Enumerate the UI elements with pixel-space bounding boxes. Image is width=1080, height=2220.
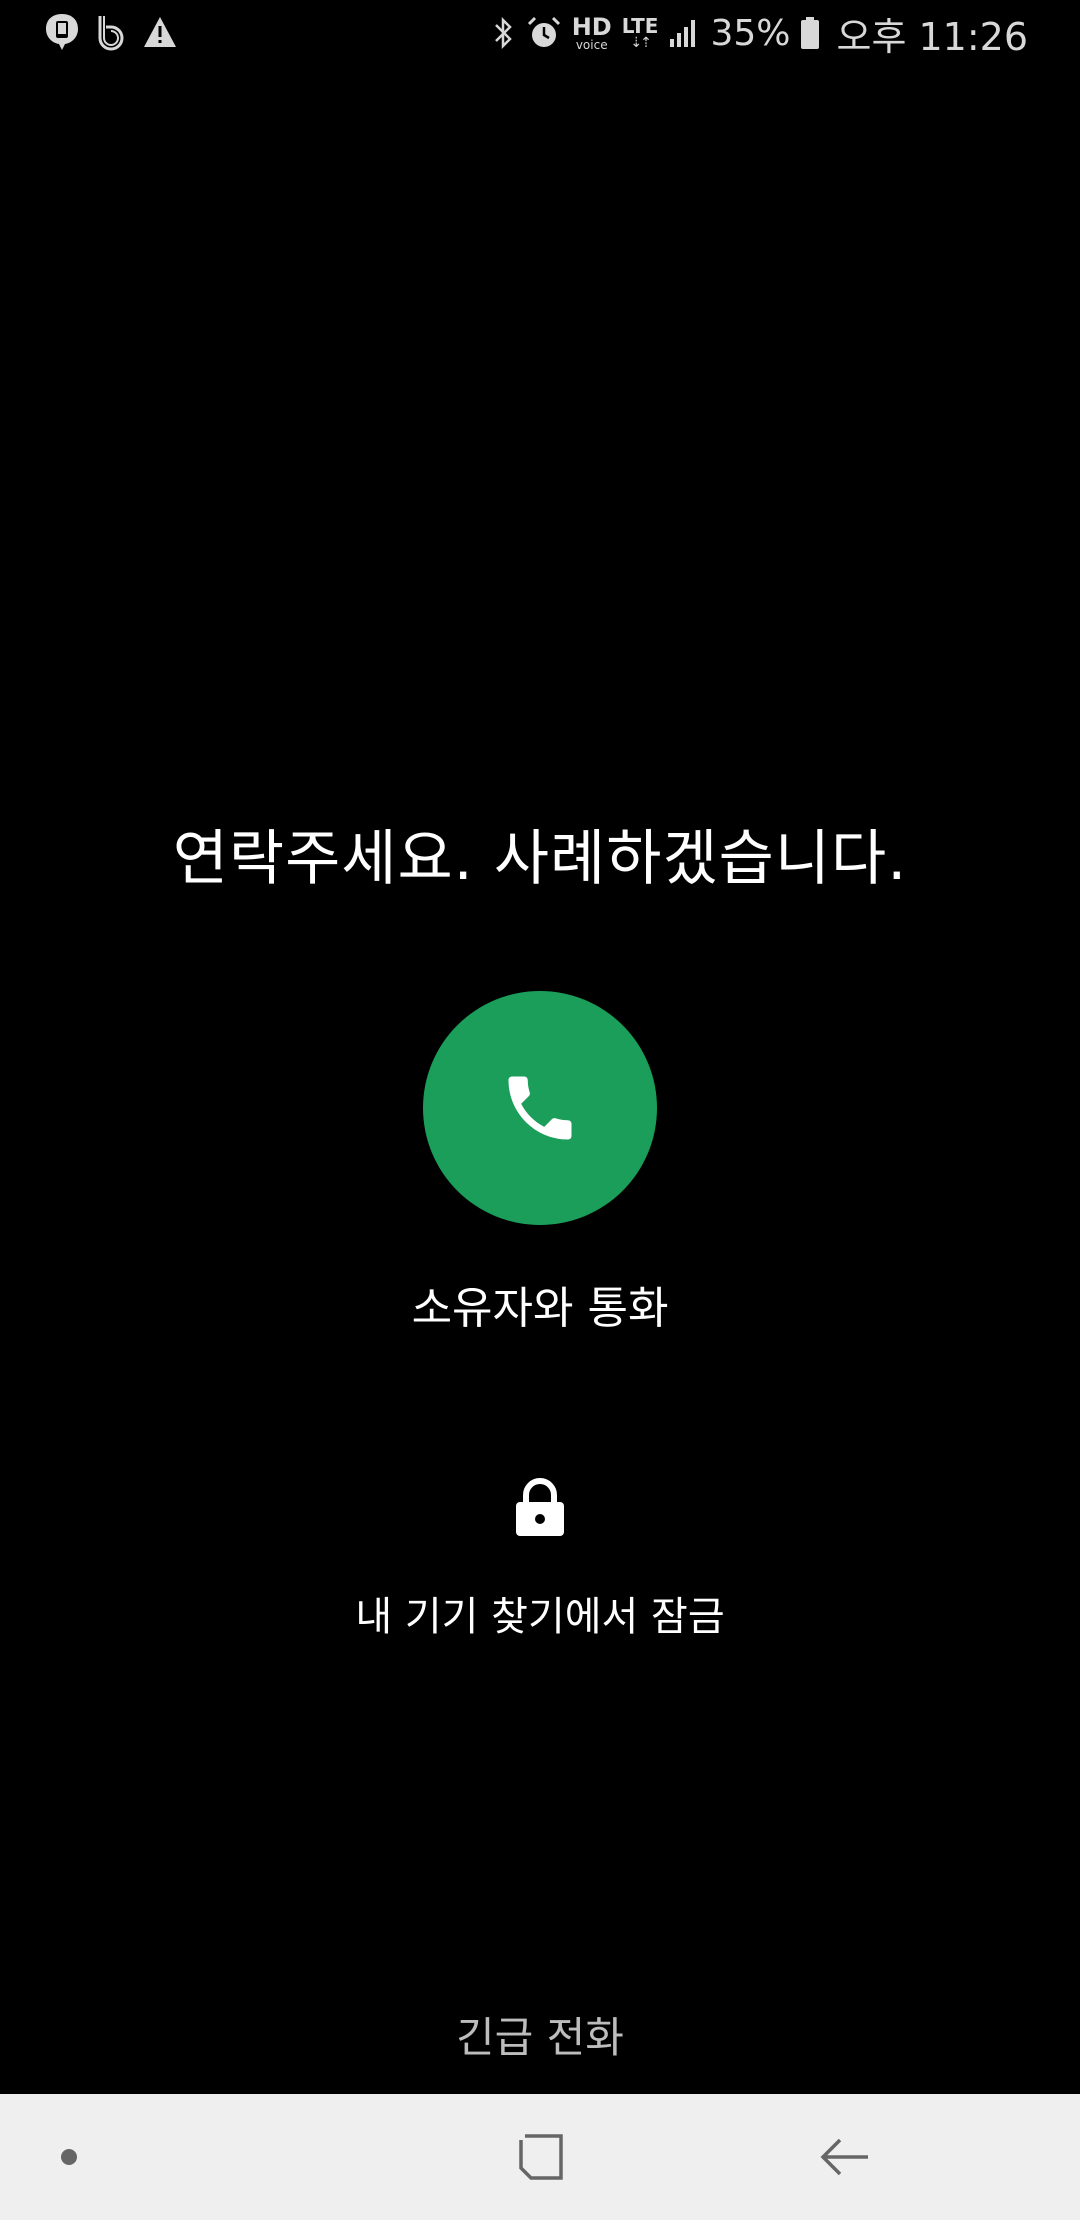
status-bar: HD voice LTE ⇣⇡ 35% 오후 11:26 xyxy=(0,0,1080,66)
alarm-icon xyxy=(526,15,562,51)
emergency-call-button[interactable]: 긴급 전화 xyxy=(0,2004,1080,2065)
lock-status-label: 내 기기 찾기에서 잠금 xyxy=(355,1594,725,1640)
lock-icon xyxy=(512,1478,568,1538)
battery-percent: 35% xyxy=(710,12,791,54)
signal-icon xyxy=(668,17,700,49)
lock-message: 연락주세요. 사례하겠습니다. xyxy=(172,824,908,894)
hd-voice-icon: HD voice xyxy=(572,15,612,51)
clock: 오후 11:26 xyxy=(836,14,1028,59)
lte-label: LTE xyxy=(621,14,659,38)
phone-icon xyxy=(508,1076,572,1140)
hd-label: HD xyxy=(571,13,612,41)
lte-icon: LTE ⇣⇡ xyxy=(622,16,659,50)
nav-dot-icon[interactable] xyxy=(61,2149,77,2165)
battery-icon xyxy=(800,16,820,50)
back-icon[interactable] xyxy=(818,2132,872,2182)
warning-icon xyxy=(142,15,178,49)
call-owner-button[interactable] xyxy=(423,991,657,1225)
voice-label: voice xyxy=(575,38,608,52)
b-app-notification-icon xyxy=(94,12,128,52)
data-arrows-icon: ⇣⇡ xyxy=(630,35,652,51)
recents-icon[interactable] xyxy=(517,2132,565,2182)
call-owner-label: 소유자와 통화 xyxy=(411,1283,669,1334)
navigation-bar xyxy=(0,2094,1080,2220)
status-right-icons: HD voice LTE ⇣⇡ 35% 오후 11:26 xyxy=(492,8,1028,59)
messenger-notification-icon xyxy=(44,12,80,52)
bluetooth-icon xyxy=(492,15,516,51)
status-left-icons xyxy=(44,12,178,52)
